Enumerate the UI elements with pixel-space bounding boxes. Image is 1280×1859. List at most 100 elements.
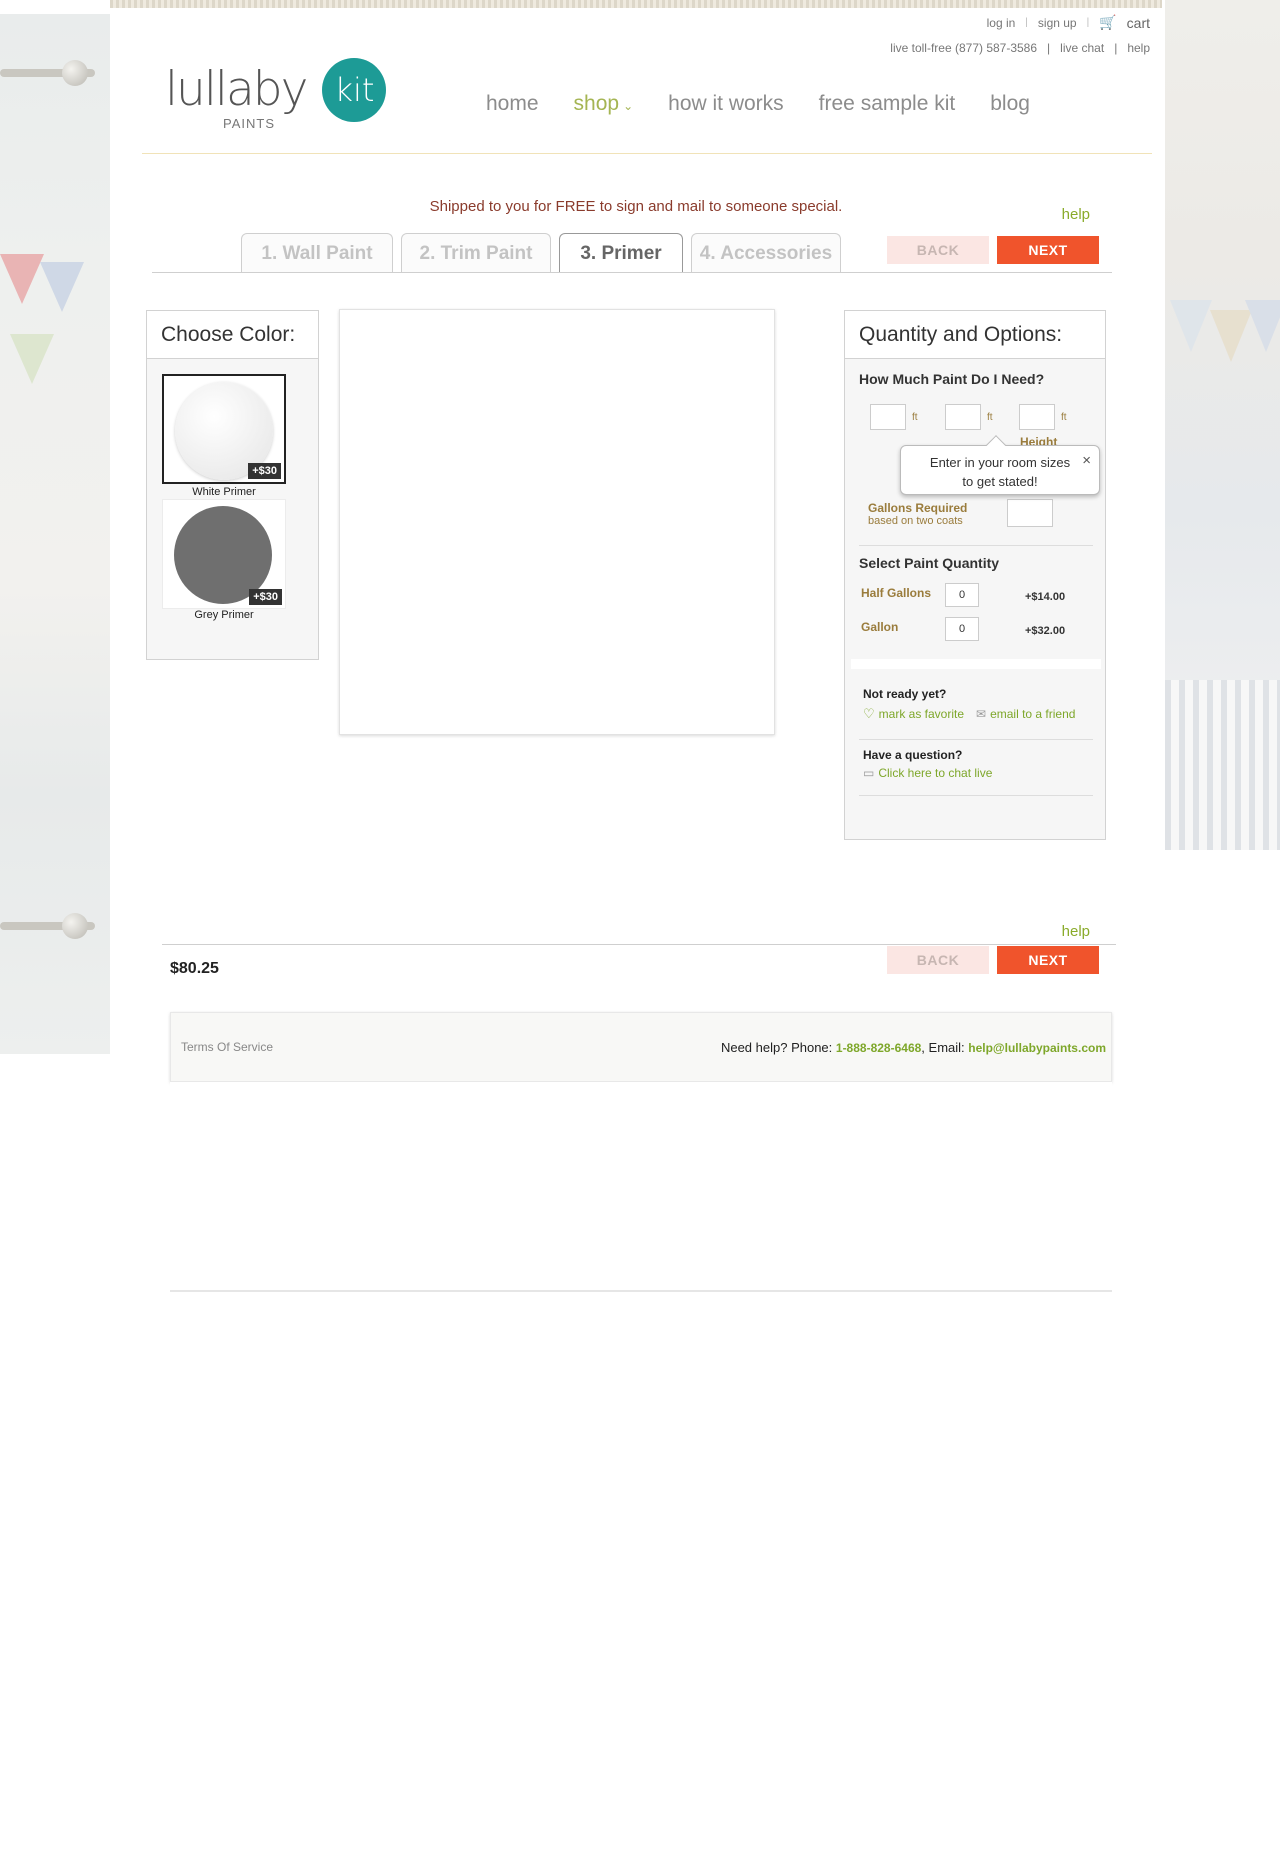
bottom-divider xyxy=(162,944,1116,945)
tab-accessories[interactable]: 4. Accessories xyxy=(691,233,841,273)
need-help-prefix: Need help? Phone: xyxy=(720,1040,836,1055)
nav-free-sample-kit[interactable]: free sample kit xyxy=(819,92,956,116)
tab-trim-paint[interactable]: 2. Trim Paint xyxy=(401,233,551,273)
close-icon[interactable]: × xyxy=(1082,451,1091,470)
half-gallons-input[interactable]: 0 xyxy=(945,583,979,607)
need-help-text: Need help? Phone: 1-888-828-6468, Email:… xyxy=(721,1040,1106,1055)
logo-word: lullaby xyxy=(165,62,308,117)
unit-label: ft xyxy=(987,412,993,423)
cart-link[interactable]: cart xyxy=(1127,15,1150,31)
tooltip-line-2: to get stated! xyxy=(962,474,1038,489)
back-button[interactable]: BACK xyxy=(887,236,989,264)
swatch-price: +$30 xyxy=(248,463,281,479)
swatch-white-primer[interactable]: +$30 xyxy=(162,374,286,484)
page-container: log in | sign up | 🛒 cart live toll-free… xyxy=(110,8,1162,1308)
divider: | xyxy=(1025,17,1028,28)
pennant-flag xyxy=(10,334,54,384)
swatch-label: White Primer xyxy=(192,486,256,498)
gallon-label: Gallon xyxy=(861,620,899,634)
terms-link[interactable]: Terms Of Service xyxy=(181,1040,273,1054)
top-border-strip xyxy=(110,0,1162,8)
chat-live-link[interactable]: ▭ Click here to chat live xyxy=(863,766,992,780)
email-friend-link[interactable]: ✉ email to a friend xyxy=(976,707,1075,721)
nav-how-it-works[interactable]: how it works xyxy=(668,92,784,116)
cart-icon[interactable]: 🛒 xyxy=(1099,14,1116,31)
room-preview xyxy=(339,309,775,735)
email-prefix: , Email: xyxy=(921,1040,969,1055)
divider xyxy=(859,545,1093,546)
options-title: Quantity and Options: xyxy=(845,311,1105,359)
nav-home[interactable]: home xyxy=(486,92,539,116)
footer-phone-link[interactable]: 1-888-828-6468 xyxy=(836,1041,921,1055)
gallons-required-label: Gallons Required xyxy=(868,501,968,515)
back-button-bottom[interactable]: BACK xyxy=(887,946,989,974)
question-heading: Have a question? xyxy=(863,748,963,762)
gallon-input[interactable]: 0 xyxy=(945,617,979,641)
width-input[interactable] xyxy=(945,404,981,430)
logo-sub: PAINTS xyxy=(223,116,275,131)
envelope-icon: ✉ xyxy=(976,707,987,721)
next-button-bottom[interactable]: NEXT xyxy=(997,946,1099,974)
mark-favorite-link[interactable]: ♡ mark as favorite xyxy=(863,706,964,722)
not-ready-heading: Not ready yet? xyxy=(863,687,947,701)
pennant-flag xyxy=(1245,300,1280,352)
divider: | xyxy=(1114,41,1118,55)
utility-links: log in | sign up | 🛒 cart xyxy=(987,14,1150,31)
login-link[interactable]: log in xyxy=(987,16,1016,30)
chevron-down-icon: ⌄ xyxy=(623,99,634,113)
tab-primer[interactable]: 3. Primer xyxy=(559,233,683,273)
footer-email-link[interactable]: help@lullabypaints.com xyxy=(968,1041,1106,1055)
header-divider xyxy=(142,153,1152,154)
select-quantity-heading: Select Paint Quantity xyxy=(859,555,1000,571)
email-friend-label: email to a friend xyxy=(990,707,1076,721)
choose-color-panel: Choose Color: +$30 White Primer +$30 Gre… xyxy=(146,310,319,660)
swatch-price: +$30 xyxy=(249,589,282,605)
half-gallons-label: Half Gallons xyxy=(861,586,932,600)
pennant-flag xyxy=(40,262,84,312)
divider xyxy=(859,795,1093,796)
background-photo-right xyxy=(1165,0,1280,850)
promo-text: Shipped to you for FREE to sign and mail… xyxy=(429,198,843,215)
pennant-flag xyxy=(1170,300,1212,352)
order-total: $80.25 xyxy=(170,960,219,977)
help-link[interactable]: help xyxy=(1127,41,1150,55)
divider: | xyxy=(1047,41,1051,55)
how-much-heading: How Much Paint Do I Need? xyxy=(859,371,1045,387)
phone-text: live toll-free (877) 587-3586 xyxy=(890,41,1038,55)
nav-shop-label: shop xyxy=(573,92,620,115)
lower-panel xyxy=(170,1082,1112,1292)
half-gallons-price: +$14.00 xyxy=(1025,591,1066,603)
mark-favorite-label: mark as favorite xyxy=(878,707,965,721)
options-panel: Quantity and Options: How Much Paint Do … xyxy=(844,310,1106,840)
footer: Terms Of Service Need help? Phone: 1-888… xyxy=(170,1012,1112,1082)
swatch-grey-primer[interactable]: +$30 xyxy=(162,499,286,609)
nav-shop[interactable]: shop ⌄ xyxy=(574,92,634,116)
tooltip-line-1: Enter in your room sizes xyxy=(929,455,1071,470)
pennant-flag xyxy=(1210,310,1252,362)
contact-links: live toll-free (877) 587-3586 | live cha… xyxy=(890,41,1150,55)
help-link-bottom[interactable]: help xyxy=(1062,923,1090,940)
logo-kit-badge: kit xyxy=(322,58,387,122)
room-size-tooltip: Enter in your room sizes to get stated! … xyxy=(900,435,1100,495)
tab-wall-paint[interactable]: 1. Wall Paint xyxy=(241,233,393,273)
length-input[interactable] xyxy=(870,404,906,430)
rod-finial xyxy=(62,60,88,86)
section-separator xyxy=(851,659,1101,669)
background-photo-left xyxy=(0,14,110,1054)
height-input[interactable] xyxy=(1019,404,1055,430)
wizard-tabs: 1. Wall Paint 2. Trim Paint 3. Primer 4.… xyxy=(241,233,841,273)
pennant-flag xyxy=(0,254,44,304)
main-nav: home shop ⌄ how it works free sample kit … xyxy=(486,92,1030,116)
signup-link[interactable]: sign up xyxy=(1038,16,1077,30)
chat-bubble-icon: ▭ xyxy=(863,766,875,780)
live-chat-link[interactable]: live chat xyxy=(1060,41,1104,55)
gallons-note: based on two coats xyxy=(868,515,963,527)
next-button[interactable]: NEXT xyxy=(997,236,1099,264)
heart-icon: ♡ xyxy=(863,706,875,721)
nav-blog[interactable]: blog xyxy=(990,92,1030,116)
crib-rails xyxy=(1165,680,1280,850)
logo[interactable]: lullaby PAINTS kit xyxy=(165,58,387,131)
swatch-label: Grey Primer xyxy=(194,609,254,621)
help-link-top[interactable]: help xyxy=(1062,206,1090,223)
tabs-divider xyxy=(152,272,1112,273)
